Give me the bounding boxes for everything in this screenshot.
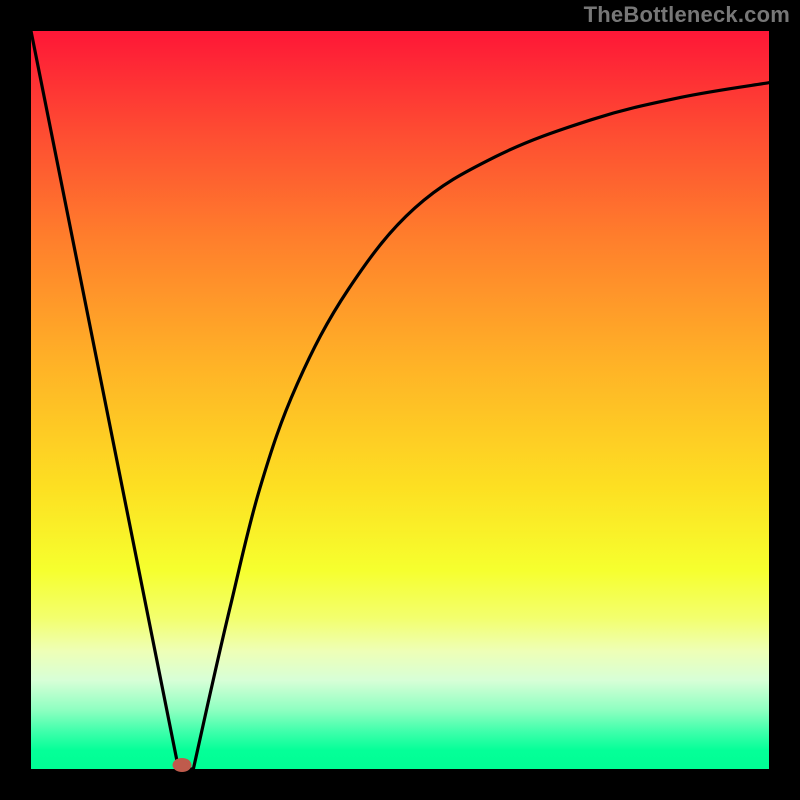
plot-gradient-background bbox=[31, 31, 769, 769]
watermark-text: TheBottleneck.com bbox=[584, 2, 790, 28]
chart-frame: TheBottleneck.com bbox=[0, 0, 800, 800]
minimum-marker bbox=[173, 758, 192, 772]
